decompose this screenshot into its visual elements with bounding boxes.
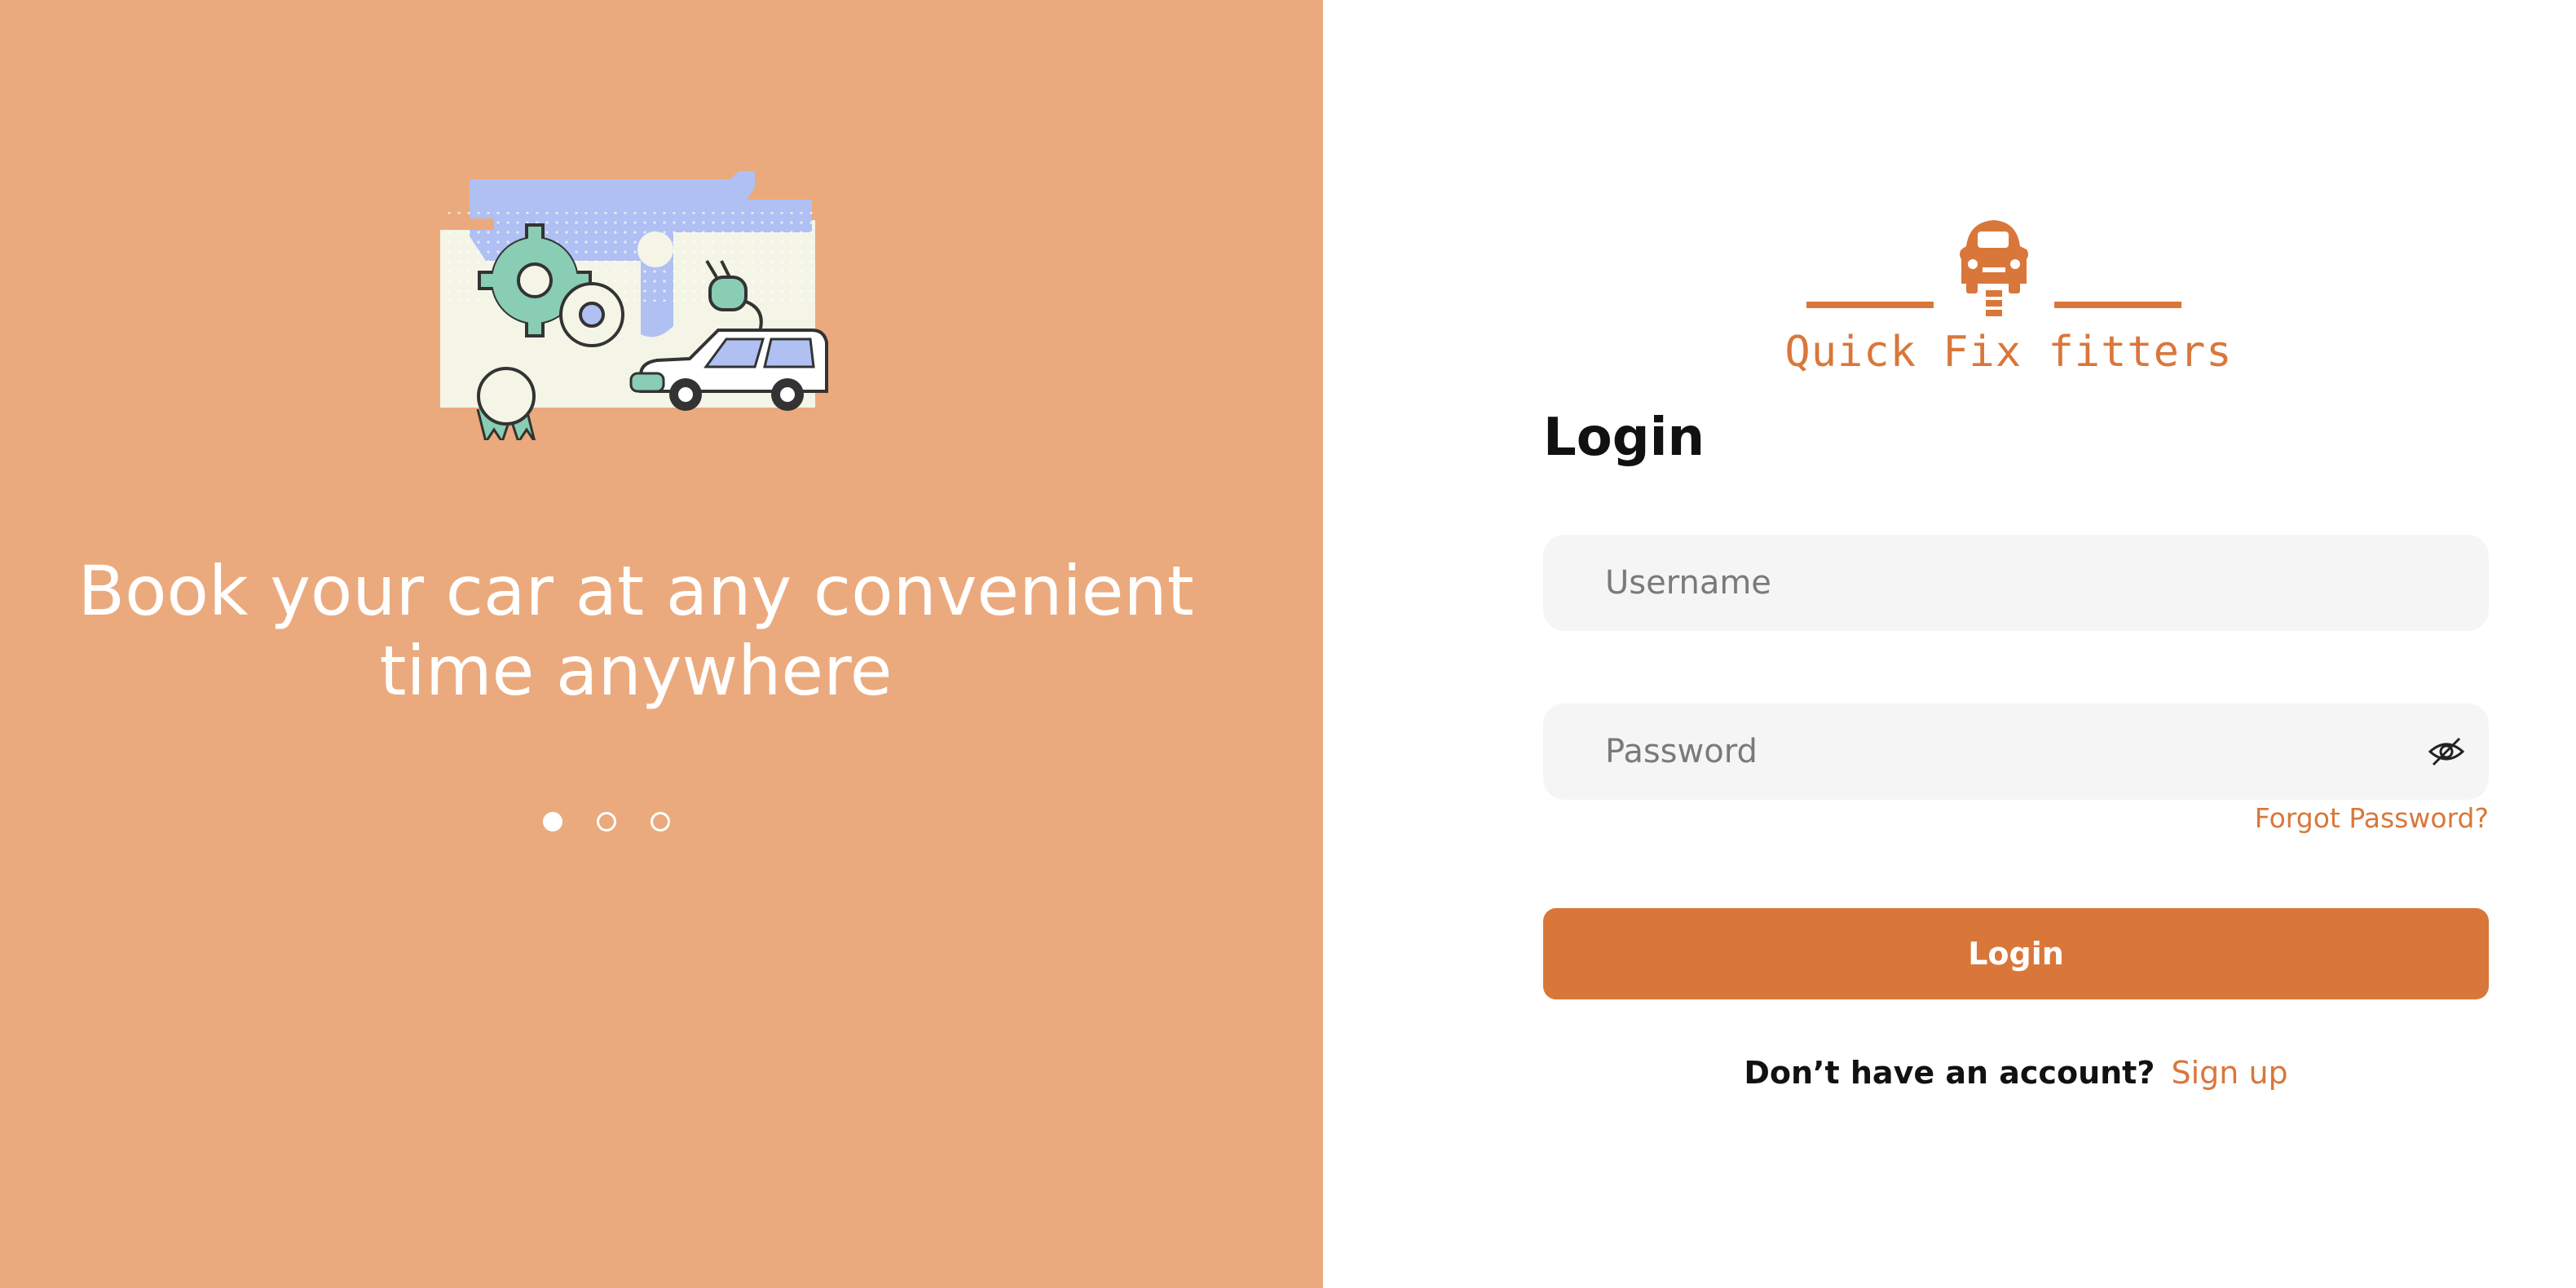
brand-logo: Quick Fix fitters bbox=[1780, 214, 2237, 385]
login-heading: Login bbox=[1543, 408, 1705, 468]
login-button[interactable]: Login bbox=[1543, 908, 2489, 999]
carousel-indicators bbox=[543, 812, 670, 831]
username-input[interactable] bbox=[1543, 535, 2489, 631]
eye-off-icon[interactable] bbox=[2427, 732, 2466, 771]
signup-row: Don’t have an account? Sign up bbox=[1543, 1055, 2489, 1091]
forgot-password-link[interactable]: Forgot Password? bbox=[2255, 802, 2489, 834]
signup-link[interactable]: Sign up bbox=[2171, 1055, 2287, 1091]
brand-name: Quick Fix fitters bbox=[1784, 328, 2233, 377]
car-spring-icon bbox=[1806, 220, 2181, 316]
promo-tagline: Book your car at any convenient time any… bbox=[77, 551, 1194, 711]
login-panel bbox=[1323, 0, 2576, 1288]
carousel-dot-2[interactable] bbox=[597, 812, 616, 831]
username-field bbox=[1543, 535, 2489, 631]
login-page: Book your car at any convenient time any… bbox=[0, 0, 2576, 1288]
signup-prompt: Don’t have an account? bbox=[1744, 1055, 2155, 1091]
car-repair-illustration bbox=[437, 171, 828, 445]
password-input[interactable] bbox=[1543, 704, 2489, 800]
password-field bbox=[1543, 704, 2489, 800]
promo-panel: Book your car at any convenient time any… bbox=[0, 0, 1323, 1288]
carousel-dot-1[interactable] bbox=[543, 812, 562, 831]
carousel-dot-3[interactable] bbox=[651, 812, 670, 831]
